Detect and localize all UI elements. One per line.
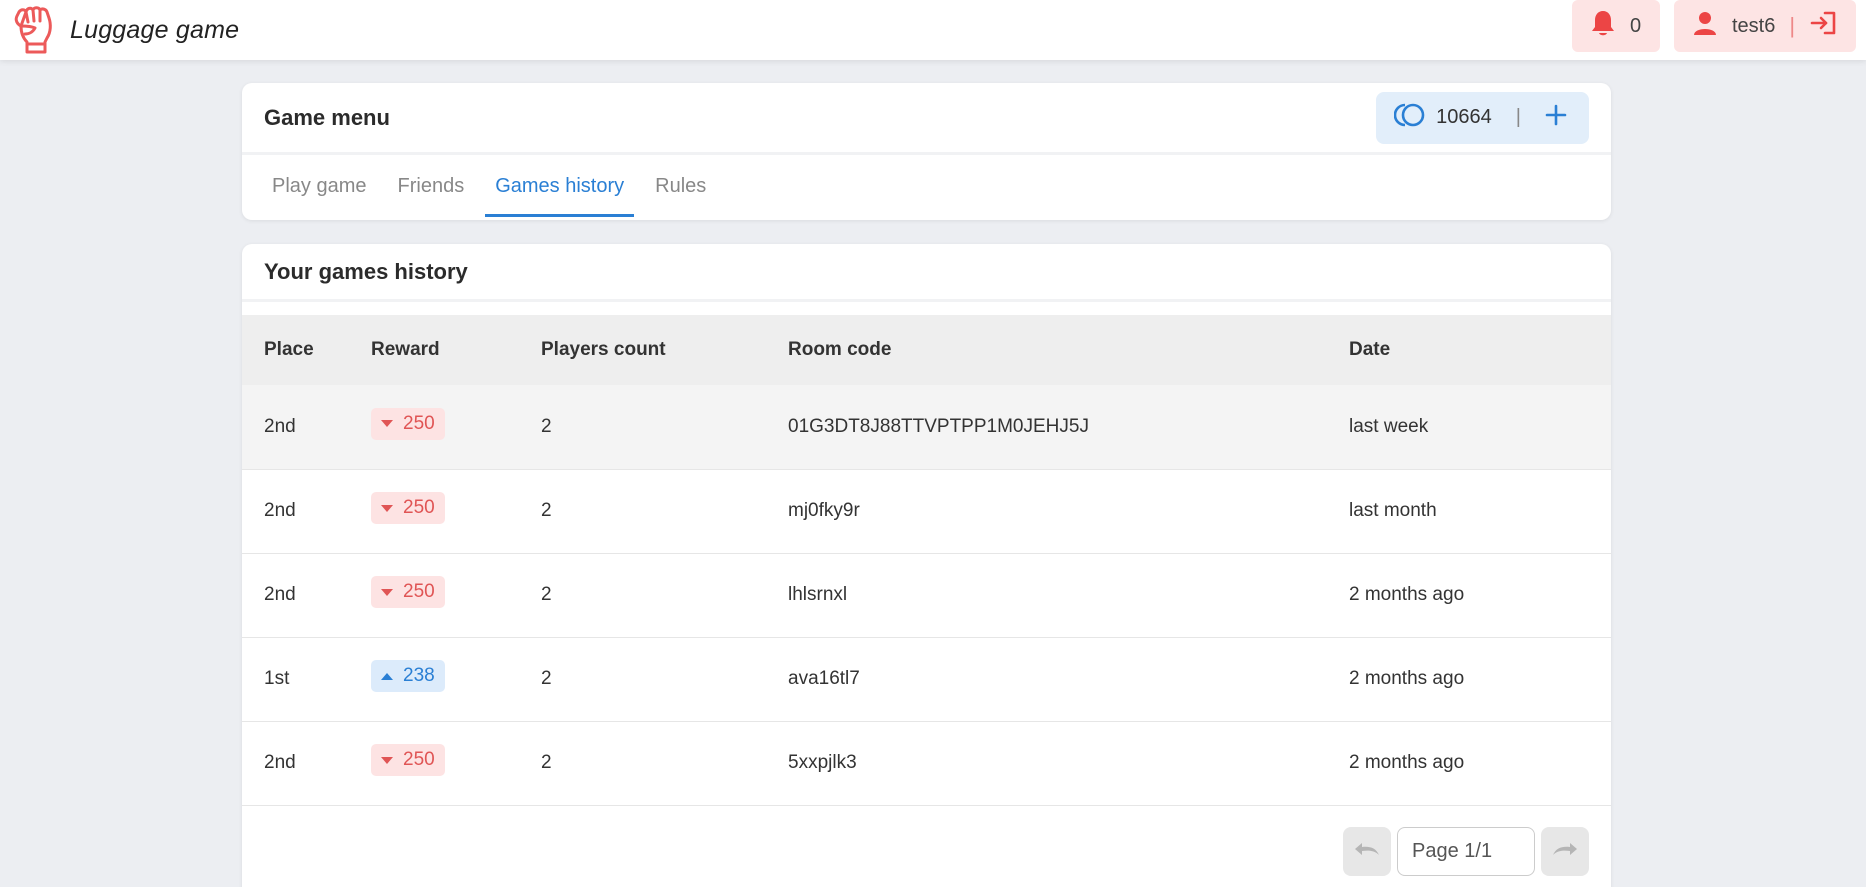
page-input[interactable]	[1397, 827, 1535, 876]
game-menu-title: Game menu	[264, 104, 390, 130]
players-cell: 2	[541, 385, 788, 470]
reward-badge: 250	[371, 576, 445, 608]
logout-icon[interactable]	[1809, 10, 1837, 42]
reward-badge: 250	[371, 407, 445, 440]
bell-icon	[1590, 9, 1616, 43]
date-cell: last month	[1349, 469, 1611, 554]
place-cell: 2nd	[242, 469, 371, 554]
notifications-count: 0	[1630, 14, 1642, 37]
table-row[interactable]: 1st 238 2 ava16tl7 2 months ago	[242, 637, 1611, 722]
table-row[interactable]: 2nd 250 2 01G3DT8J88TTVPTPP1M0JEHJ5J las…	[242, 385, 1611, 470]
divider: |	[1789, 13, 1796, 38]
reward-value: 238	[403, 665, 435, 686]
menu-tabs: Play game Friends Games history Rules	[242, 155, 1611, 217]
arrow-down-icon	[381, 756, 393, 764]
column-header-room-code: Room code	[788, 339, 892, 360]
date-cell: 2 months ago	[1349, 553, 1611, 638]
table-row[interactable]: 2nd 250 2 mj0fky9r last month	[242, 469, 1611, 554]
arrow-down-icon	[381, 588, 393, 596]
arrow-up-icon	[381, 672, 393, 680]
tab-games-history[interactable]: Games history	[485, 169, 635, 217]
coin-balance: 10664 |	[1376, 91, 1589, 144]
place-cell: 2nd	[242, 553, 371, 638]
games-history-card: Your games history Place Reward Players …	[242, 244, 1611, 887]
redo-arrow-icon	[1550, 839, 1580, 864]
user-menu[interactable]: test6 |	[1674, 0, 1856, 52]
fist-logo-icon	[10, 3, 58, 57]
players-cell: 2	[541, 469, 788, 554]
room-code-cell: 01G3DT8J88TTVPTPP1M0JEHJ5J	[788, 385, 1349, 470]
room-code-cell: mj0fky9r	[788, 469, 1349, 554]
tab-rules[interactable]: Rules	[645, 169, 716, 217]
date-cell: 2 months ago	[1349, 721, 1611, 806]
balance-value: 10664	[1436, 106, 1492, 128]
username[interactable]: test6	[1732, 15, 1775, 38]
reward-value: 250	[403, 749, 435, 770]
reward-badge: 250	[371, 744, 445, 776]
brand[interactable]: Luggage game	[10, 3, 239, 57]
room-code-cell: 5xxpjlk3	[788, 721, 1349, 806]
prev-page-button[interactable]	[1343, 827, 1391, 876]
divider: |	[1515, 106, 1521, 128]
coins-icon	[1393, 102, 1426, 134]
pagination	[1343, 827, 1589, 876]
undo-arrow-icon	[1352, 839, 1382, 864]
arrow-down-icon	[381, 420, 393, 428]
place-cell: 2nd	[242, 721, 371, 806]
tab-friends[interactable]: Friends	[388, 169, 475, 217]
players-cell: 2	[541, 553, 788, 638]
reward-badge: 238	[371, 660, 445, 692]
game-menu-card: Game menu 10664 | Play game Friends Game…	[242, 83, 1611, 220]
table-row[interactable]: 2nd 250 2 lhlsrnxl 2 months ago	[242, 553, 1611, 638]
reward-badge: 250	[371, 492, 445, 524]
column-header-players-count: Players count	[541, 339, 666, 360]
history-table: Place Reward Players count Room code Dat…	[242, 315, 1611, 806]
history-title: Your games history	[264, 258, 468, 284]
players-cell: 2	[541, 721, 788, 806]
next-page-button[interactable]	[1541, 827, 1589, 876]
top-navbar: Luggage game 0 test6 |	[0, 0, 1866, 60]
reward-value: 250	[403, 497, 435, 518]
date-cell: last week	[1349, 385, 1611, 470]
reward-value: 250	[403, 412, 435, 434]
room-code-cell: lhlsrnxl	[788, 553, 1349, 638]
reward-value: 250	[403, 581, 435, 602]
app-title: Luggage game	[70, 15, 240, 44]
place-cell: 1st	[242, 637, 371, 722]
table-header-row: Place Reward Players count Room code Dat…	[242, 315, 1611, 385]
place-cell: 2nd	[242, 385, 371, 470]
players-cell: 2	[541, 637, 788, 722]
column-header-date: Date	[1349, 339, 1391, 360]
column-header-place: Place	[264, 339, 314, 360]
column-header-reward: Reward	[371, 339, 440, 360]
user-icon	[1692, 10, 1718, 42]
date-cell: 2 months ago	[1349, 637, 1611, 722]
notifications-button[interactable]: 0	[1572, 0, 1660, 52]
tab-play-game[interactable]: Play game	[262, 169, 377, 217]
arrow-down-icon	[381, 504, 393, 512]
table-row[interactable]: 2nd 250 2 5xxpjlk3 2 months ago	[242, 721, 1611, 806]
room-code-cell: ava16tl7	[788, 637, 1349, 722]
add-coins-button[interactable]	[1545, 104, 1567, 132]
